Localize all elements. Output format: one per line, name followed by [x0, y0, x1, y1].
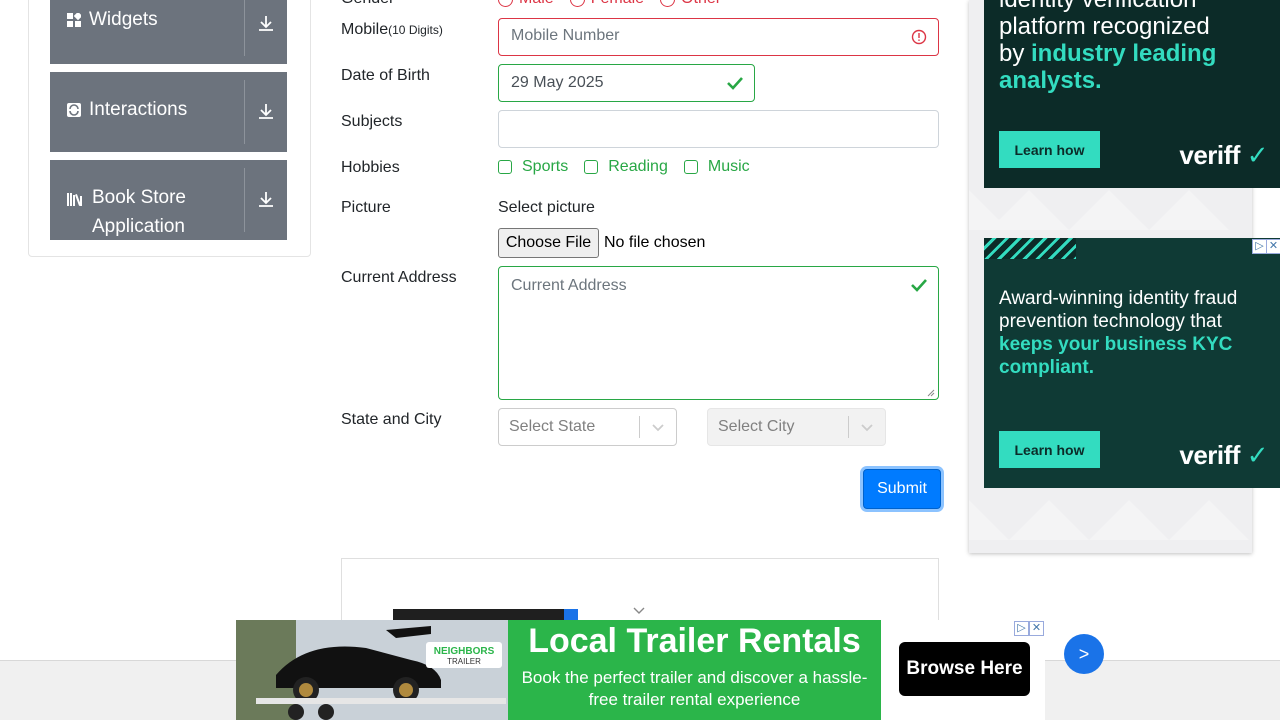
checkbox[interactable]: [683, 160, 698, 174]
checkbox-label: Reading: [608, 158, 668, 175]
checkbox[interactable]: [498, 160, 512, 174]
dob-input[interactable]: 29 May 2025: [498, 64, 755, 102]
mobile-label-text: Mobile: [341, 21, 389, 38]
radio-circle[interactable]: [498, 0, 513, 7]
download-icon[interactable]: [257, 102, 275, 120]
gender-label: Gender: [341, 0, 394, 8]
brand-name: veriff: [1179, 440, 1240, 470]
svg-text:NEIGHBORS: NEIGHBORS: [434, 646, 495, 657]
radio-label: Male: [519, 0, 554, 8]
ad-highlight: analysts.: [999, 67, 1102, 94]
sidebar-group-widgets[interactable]: Widgets: [50, 0, 287, 64]
banner-text-area: Local Trailer Rentals Book the perfect t…: [508, 620, 881, 720]
ad-highlight: keeps your business KYC compliant.: [999, 334, 1233, 378]
check-icon: [911, 279, 927, 292]
gender-radio-group: Male Female Other: [498, 0, 721, 8]
address-label: Current Address: [341, 269, 457, 286]
subjects-label: Subjects: [341, 113, 403, 130]
download-icon[interactable]: [257, 190, 275, 208]
error-icon: [911, 29, 927, 45]
page: Widgets Interactions Book Store Applicat…: [0, 0, 1280, 720]
gender-radio-male[interactable]: Male: [498, 0, 554, 8]
ad-stripes: [984, 238, 1076, 259]
mobile-input[interactable]: Mobile Number: [498, 18, 939, 56]
checkbox-label: Music: [707, 158, 750, 175]
checkbox-label: Sports: [522, 158, 569, 175]
books-icon: [67, 193, 82, 206]
ad-highlight: industry leading: [1031, 40, 1217, 67]
chevron-down-icon[interactable]: [632, 605, 646, 615]
submit-button[interactable]: Submit: [863, 469, 941, 509]
banner-title: Local Trailer Rentals: [528, 622, 861, 660]
browse-here-button[interactable]: Browse Here: [899, 642, 1030, 696]
mobile-label: Mobile(10 Digits): [341, 21, 443, 39]
picture-label: Picture: [341, 199, 391, 216]
hobbies-label: Hobbies: [341, 159, 400, 176]
choose-file-button[interactable]: Choose File: [498, 228, 599, 258]
sidebar-group-label-line2: Application: [92, 216, 185, 237]
ad-choices-icon[interactable]: ▷: [1252, 239, 1267, 254]
learn-how-button[interactable]: Learn how: [999, 431, 1100, 468]
ad-close-icon[interactable]: ✕: [1029, 621, 1044, 636]
sidebar-group-label: Book Store: [92, 187, 186, 208]
city-select[interactable]: Select City: [707, 408, 886, 446]
sidebar-group-label: Widgets: [89, 9, 158, 30]
file-status: No file chosen: [604, 234, 706, 251]
address-placeholder: Current Address: [511, 277, 627, 294]
hobbies-checkbox-group: Sports Reading Music: [498, 158, 750, 176]
hobby-reading[interactable]: Reading: [584, 158, 668, 176]
checkbox[interactable]: [584, 160, 599, 174]
ad-line: identity verification: [999, 0, 1216, 13]
hobby-music[interactable]: Music: [683, 158, 750, 176]
widgets-icon: [67, 13, 81, 27]
city-placeholder: Select City: [718, 418, 795, 435]
veriff-logo: veriff ✓: [1179, 140, 1268, 170]
sidebar-group-interactions[interactable]: Interactions: [50, 72, 287, 152]
radio-circle[interactable]: [569, 0, 585, 7]
banner-subtitle: Book the perfect trailer and discover a …: [521, 668, 868, 709]
check-icon: [727, 77, 743, 90]
ad-choices-icon[interactable]: ▷: [1014, 621, 1029, 636]
ad-close-icon[interactable]: ✕: [1266, 239, 1280, 254]
mobile-placeholder: Mobile Number: [511, 27, 620, 44]
ad-veriff-middle[interactable]: Award-winning identity fraud prevention …: [984, 238, 1280, 488]
resize-handle-icon[interactable]: [927, 389, 935, 397]
brand-name: veriff: [1179, 140, 1240, 170]
radio-circle[interactable]: [660, 0, 676, 7]
svg-text:TRAILER: TRAILER: [447, 657, 481, 666]
gender-radio-female[interactable]: Female: [569, 0, 644, 8]
radio-label: Other: [681, 0, 721, 8]
scroll-next-button[interactable]: >: [1064, 634, 1104, 674]
car-on-trailer-image: NEIGHBORS TRAILER: [236, 620, 508, 720]
trailer-image: NEIGHBORS TRAILER: [236, 620, 508, 720]
dob-label: Date of Birth: [341, 67, 430, 84]
subjects-input[interactable]: [498, 110, 939, 148]
chevron-down-icon[interactable]: [651, 422, 665, 432]
download-icon[interactable]: [257, 14, 275, 32]
state-select[interactable]: Select State: [498, 408, 677, 446]
interactions-icon: [67, 103, 81, 117]
ad-veriff-top[interactable]: identity verification platform recognize…: [984, 0, 1280, 188]
mobile-hint: (10 Digits): [388, 23, 443, 37]
veriff-logo: veriff ✓: [1179, 440, 1268, 470]
ad-headline: identity verification platform recognize…: [999, 0, 1216, 94]
ad-line: platform recognized: [999, 13, 1210, 40]
state-city-label: State and City: [341, 411, 442, 428]
ad-line: by: [999, 40, 1032, 67]
learn-how-button[interactable]: Learn how: [999, 131, 1100, 168]
radio-label: Female: [591, 0, 644, 8]
chevron-down-icon[interactable]: [860, 422, 874, 432]
address-textarea[interactable]: Current Address: [498, 266, 939, 400]
ad-body-text: Award-winning identity fraud prevention …: [999, 288, 1238, 332]
hobby-sports[interactable]: Sports: [498, 158, 568, 176]
dob-value: 29 May 2025: [511, 74, 604, 91]
ad-body: Award-winning identity fraud prevention …: [999, 287, 1274, 379]
state-placeholder: Select State: [509, 418, 596, 435]
gender-radio-other[interactable]: Other: [660, 0, 721, 8]
sidebar-group-label: Interactions: [89, 99, 188, 120]
sidebar-group-book-store[interactable]: Book Store Application: [50, 160, 287, 240]
ad-banner-trailer[interactable]: NEIGHBORS TRAILER Local Trailer Rentals …: [236, 620, 1045, 720]
picture-caption: Select picture: [498, 199, 595, 216]
